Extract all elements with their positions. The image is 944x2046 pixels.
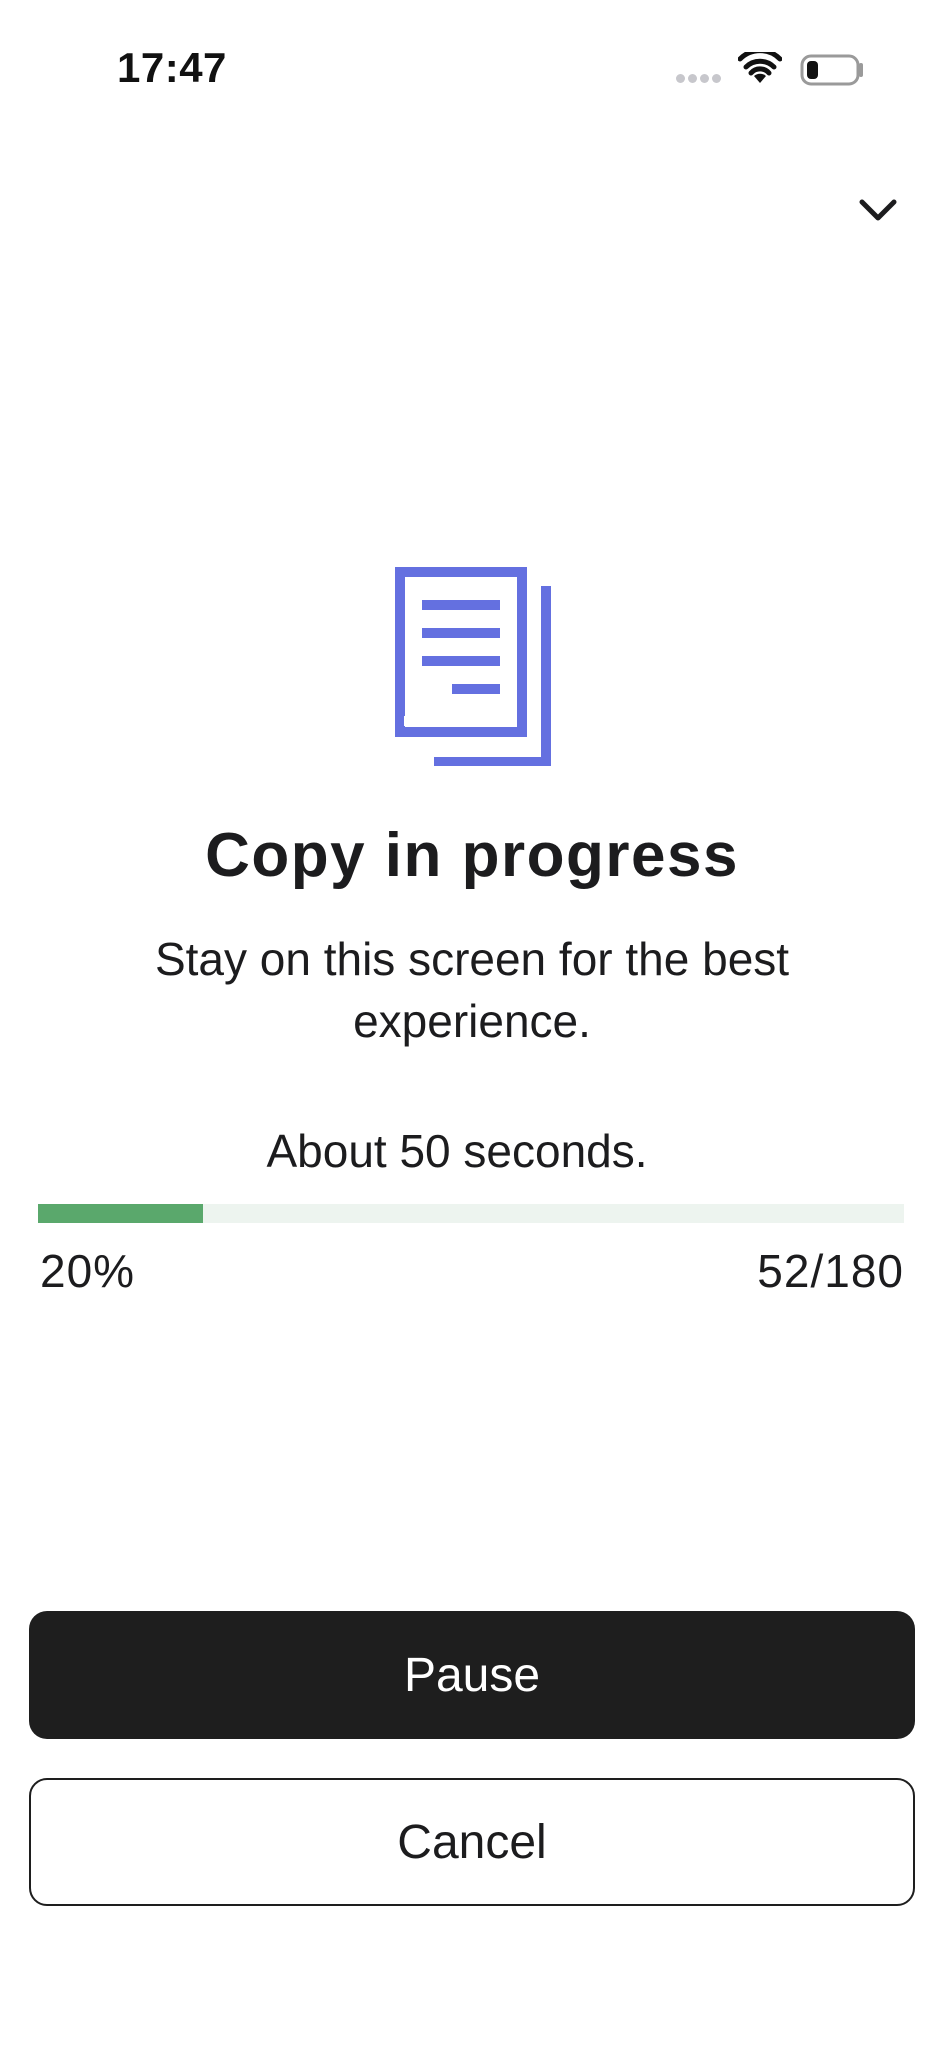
pause-button-label: Pause [403,1648,541,1702]
page-title: Copy in progress [205,821,739,890]
status-bar: 17:47 [0,0,944,140]
progress-bar [38,1204,904,1223]
signal-dots-icon [676,74,724,84]
cancel-button[interactable]: Cancel [29,1778,915,1906]
status-time: 17:47 [117,44,227,91]
pause-button[interactable]: Pause [29,1611,915,1739]
collapse-button[interactable] [850,184,906,236]
document-copy-icon [395,567,551,766]
progress-count: 52/180 [757,1245,904,1297]
progress-bar-fill [38,1204,203,1223]
wifi-icon [738,52,782,83]
chevron-down-icon [859,199,897,221]
battery-icon [800,54,863,86]
page-subtitle: Stay on this screen for the best experie… [154,933,790,1047]
cancel-button-label: Cancel [397,1815,547,1869]
eta-label: About 50 seconds. [266,1125,648,1177]
progress-percent: 20% [40,1245,136,1297]
